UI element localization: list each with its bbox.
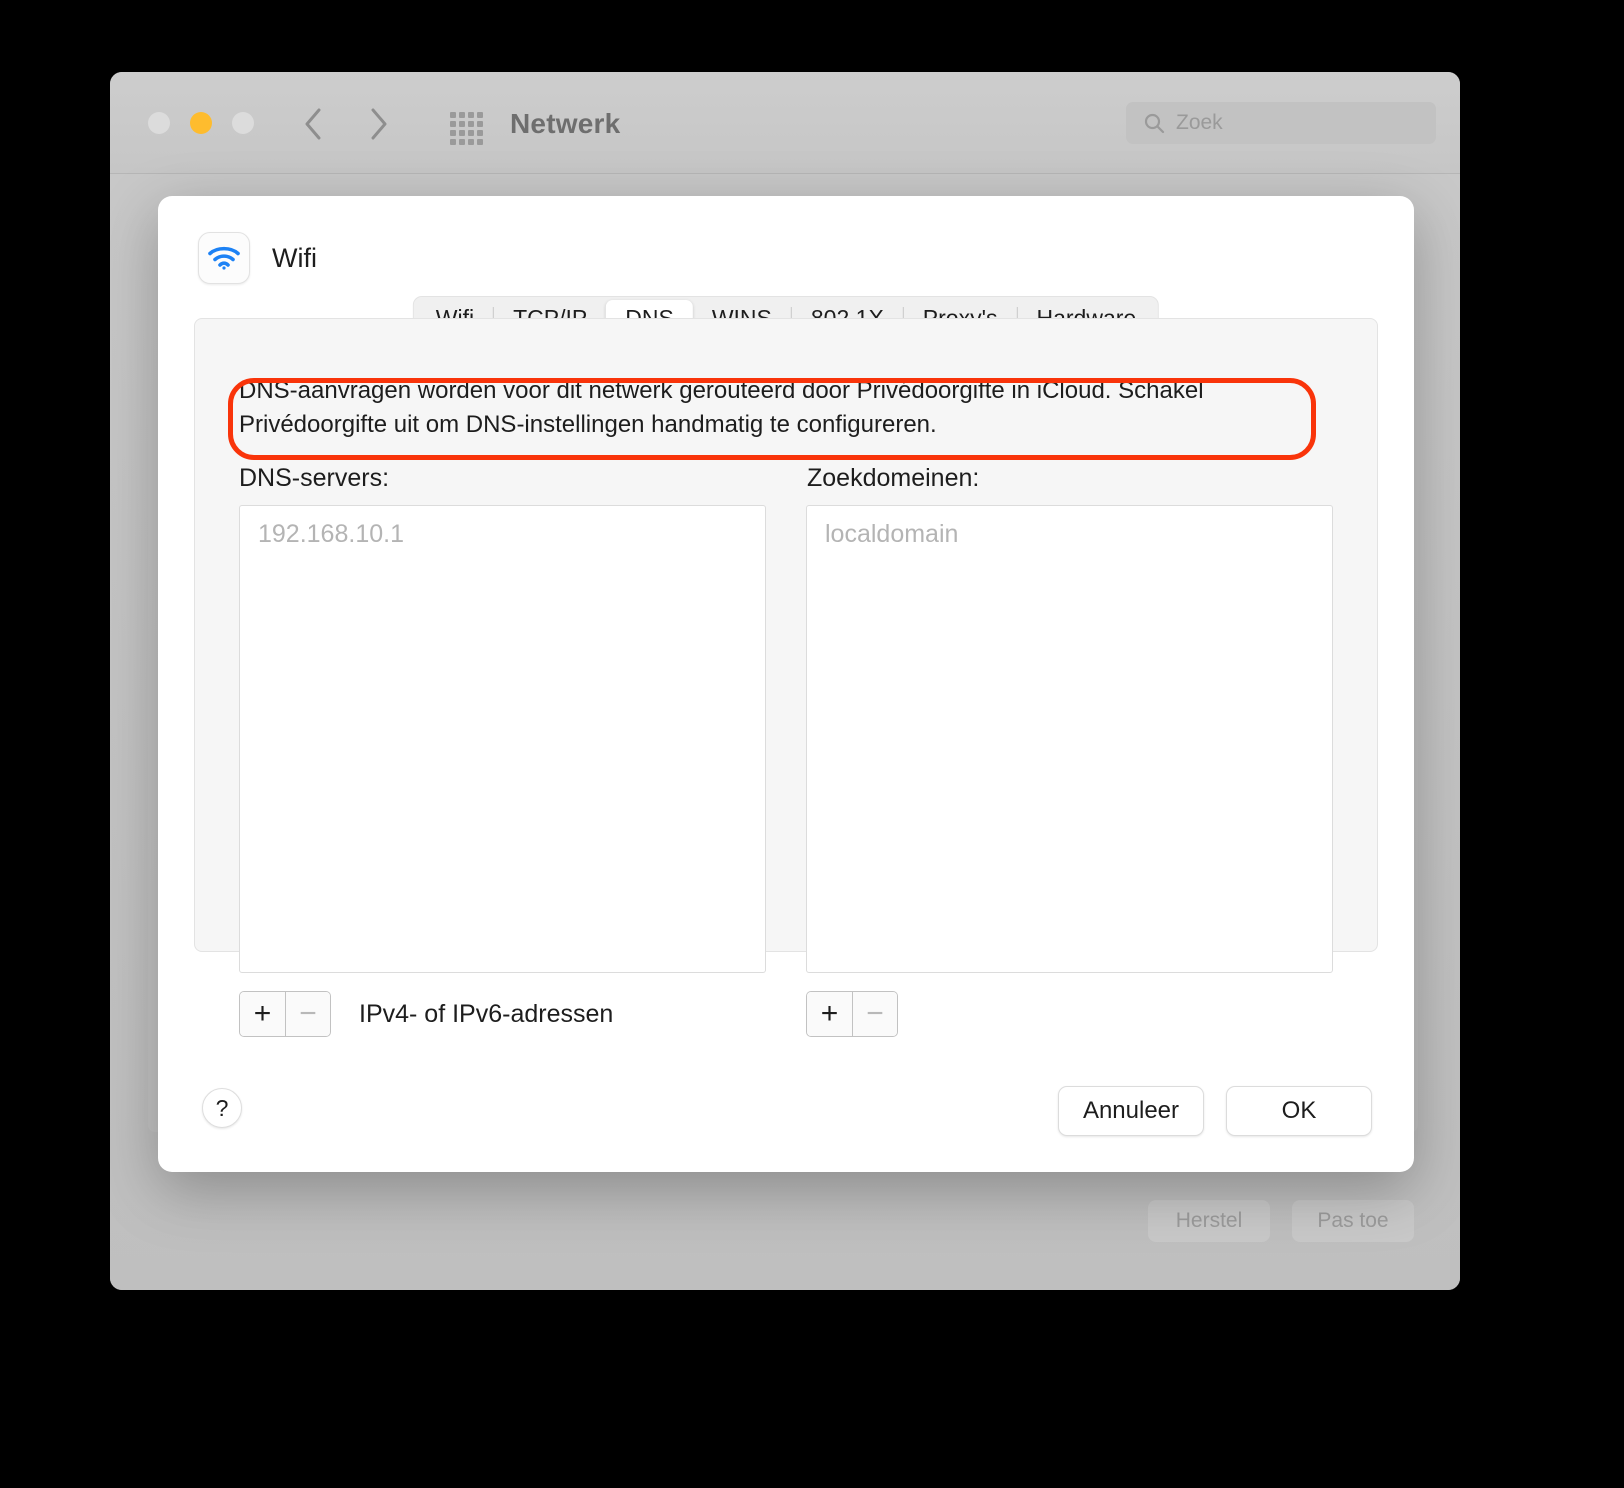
list-item[interactable]: localdomain xyxy=(807,506,1332,563)
close-button[interactable] xyxy=(148,112,170,134)
add-dns-server-button[interactable]: + xyxy=(240,992,285,1036)
remove-search-domain-button[interactable]: − xyxy=(852,992,897,1036)
sheet-action-buttons: Annuleer OK xyxy=(1058,1086,1372,1136)
cancel-button[interactable]: Annuleer xyxy=(1058,1086,1204,1136)
search-input[interactable]: Zoek xyxy=(1126,102,1436,144)
search-domains-controls: + − xyxy=(806,991,898,1037)
dns-servers-caption: IPv4- of IPv6-adressen xyxy=(359,999,614,1028)
wifi-icon xyxy=(198,232,250,284)
dns-servers-add-remove: + − xyxy=(239,991,331,1037)
preferences-footer-buttons: Herstel Pas toe xyxy=(1148,1200,1414,1242)
search-domains-add-remove: + − xyxy=(806,991,898,1037)
window-titlebar: Netwerk Zoek xyxy=(110,72,1460,174)
navigation-arrows xyxy=(302,106,390,142)
show-all-grid-icon[interactable] xyxy=(450,112,483,145)
search-domains-label: Zoekdomeinen: xyxy=(807,464,980,492)
back-chevron-left-icon[interactable] xyxy=(302,106,324,142)
search-placeholder: Zoek xyxy=(1176,111,1223,134)
search-domains-list[interactable]: localdomain xyxy=(806,505,1333,973)
search-icon xyxy=(1142,111,1166,135)
dns-settings-sheet: Wifi Wifi TCP/IP DNS WINS 802.1X Proxy's… xyxy=(158,196,1414,1172)
dns-servers-label: DNS-servers: xyxy=(239,464,390,492)
private-relay-notice: DNS-aanvragen worden voor dit netwerk ge… xyxy=(239,377,1204,439)
revert-button[interactable]: Herstel xyxy=(1148,1200,1270,1242)
list-item[interactable]: 192.168.10.1 xyxy=(240,506,765,563)
dns-content-card: DNS-aanvragen worden voor dit netwerk ge… xyxy=(194,318,1378,1037)
remove-dns-server-button[interactable]: − xyxy=(285,992,330,1036)
dns-servers-list[interactable]: 192.168.10.1 xyxy=(239,505,766,973)
dns-servers-controls: + − IPv4- of IPv6-adressen xyxy=(239,991,613,1037)
traffic-light-group xyxy=(148,112,254,134)
apply-button[interactable]: Pas toe xyxy=(1292,1200,1414,1242)
zoom-button[interactable] xyxy=(232,112,254,134)
forward-chevron-right-icon[interactable] xyxy=(368,106,390,142)
service-name: Wifi xyxy=(272,242,317,273)
help-button[interactable]: ? xyxy=(202,1088,242,1128)
ok-button[interactable]: OK xyxy=(1226,1086,1372,1136)
minimize-button[interactable] xyxy=(190,112,212,134)
add-search-domain-button[interactable]: + xyxy=(807,992,852,1036)
sheet-header: Wifi xyxy=(198,232,317,284)
window-title: Netwerk xyxy=(510,108,621,139)
